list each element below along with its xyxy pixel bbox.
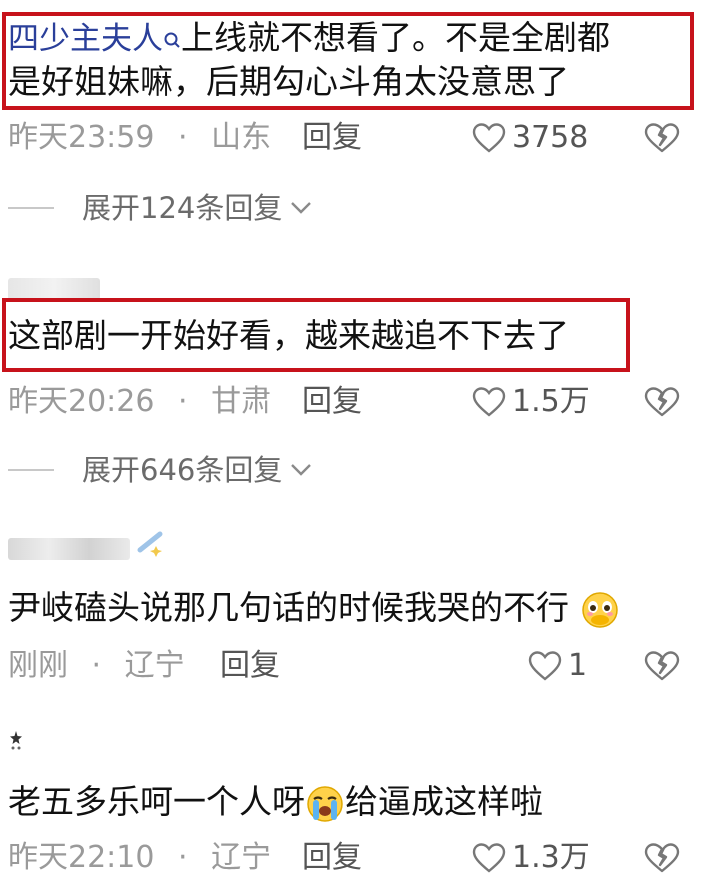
comment-3-text-row: 尹岐磕头说那几句话的时候我哭的不行 bbox=[8, 588, 620, 630]
broken-heart-icon bbox=[644, 387, 680, 417]
comment-4-location: 辽宁 bbox=[211, 840, 272, 875]
separator: · bbox=[178, 120, 188, 155]
loudly-crying-emoji-icon bbox=[305, 784, 345, 824]
comment-1-time: 昨天23:59 bbox=[8, 120, 155, 155]
comment-1-like-button[interactable]: 3758 bbox=[472, 120, 588, 156]
comment-2-dislike-button[interactable] bbox=[644, 386, 680, 422]
chevron-down-icon bbox=[291, 202, 312, 214]
comment-4-like-count: 1.3万 bbox=[512, 840, 590, 875]
comment-1-location: 山东 bbox=[211, 120, 272, 155]
comment-3-dislike-button[interactable] bbox=[644, 650, 680, 686]
sparkle-badge-icon bbox=[134, 528, 168, 562]
separator: · bbox=[178, 384, 188, 419]
comment-1-line-2: 是好姐妹嘛，后期勾心斗角太没意思了 bbox=[8, 62, 569, 101]
comment-1-meta: 昨天23:59 · 山东 bbox=[8, 120, 271, 156]
comment-1-text-part-1: 上线就不想看了。不是全剧都 bbox=[181, 18, 610, 57]
heart-outline-icon bbox=[472, 387, 506, 417]
comment-3-reply-button[interactable]: 回复 bbox=[220, 648, 280, 684]
comment-4-text-row: 老五多乐呵一个人呀 给逼成这样啦 bbox=[8, 782, 543, 824]
comment-4-time: 昨天22:10 bbox=[8, 840, 155, 875]
comment-3-username-blurred bbox=[8, 538, 130, 560]
comment-2-like-button[interactable]: 1.5万 bbox=[472, 384, 590, 420]
comment-3-meta: 刚刚 · 辽宁 bbox=[8, 648, 185, 684]
comment-2-expand-label: 展开646条回复 bbox=[82, 453, 283, 487]
heart-outline-icon bbox=[528, 651, 562, 681]
comment-1-line-1: 四少主夫人 上线就不想看了。不是全剧都 bbox=[8, 18, 610, 59]
broken-heart-icon bbox=[644, 651, 680, 681]
comment-2-text: 这部剧一开始好看，越来越追不下去了 bbox=[8, 316, 569, 355]
comment-3-location: 辽宁 bbox=[124, 648, 185, 683]
search-icon[interactable] bbox=[163, 20, 181, 48]
comment-2-location: 甘肃 bbox=[211, 384, 272, 419]
chevron-down-icon bbox=[291, 464, 312, 476]
comment-3-like-count: 1 bbox=[568, 648, 588, 683]
comment-2-reply-button[interactable]: 回复 bbox=[302, 384, 362, 420]
comment-3-text: 尹岐磕头说那几句话的时候我哭的不行 bbox=[8, 588, 569, 627]
crying-covering-mouth-emoji-icon bbox=[580, 590, 620, 630]
comment-2-username-blurred bbox=[8, 278, 100, 300]
comment-1-reply-button[interactable]: 回复 bbox=[302, 120, 362, 156]
comment-2-like-count: 1.5万 bbox=[512, 384, 590, 419]
comment-1-dislike-button[interactable] bbox=[644, 122, 680, 158]
broken-heart-icon bbox=[644, 843, 680, 873]
comment-4-like-button[interactable]: 1.3万 bbox=[472, 840, 590, 876]
divider-line bbox=[8, 469, 54, 471]
comment-2-time: 昨天20:26 bbox=[8, 384, 155, 419]
separator: · bbox=[178, 840, 188, 875]
comment-4-username-badge-icon bbox=[8, 730, 24, 754]
comment-4-reply-button[interactable]: 回复 bbox=[302, 840, 362, 876]
comment-4-text-part-1: 老五多乐呵一个人呀 bbox=[8, 782, 305, 821]
comment-1-username[interactable]: 四少主夫人 bbox=[8, 21, 163, 57]
comment-3-time: 刚刚 bbox=[8, 648, 68, 683]
comment-2-expand-replies[interactable]: 展开646条回复 bbox=[8, 452, 312, 488]
comment-4-meta: 昨天22:10 · 辽宁 bbox=[8, 840, 271, 876]
comment-4-dislike-button[interactable] bbox=[644, 842, 680, 878]
comment-4-text-part-2: 给逼成这样啦 bbox=[345, 782, 543, 821]
comment-3-like-button[interactable]: 1 bbox=[528, 648, 587, 684]
comment-2-meta: 昨天20:26 · 甘肃 bbox=[8, 384, 271, 420]
heart-outline-icon bbox=[472, 843, 506, 873]
comment-1-like-count: 3758 bbox=[512, 120, 589, 155]
separator: · bbox=[91, 648, 102, 683]
heart-outline-icon bbox=[472, 123, 506, 153]
comment-1-expand-label: 展开124条回复 bbox=[82, 191, 283, 225]
divider-line bbox=[8, 207, 54, 209]
broken-heart-icon bbox=[644, 123, 680, 153]
comment-1-expand-replies[interactable]: 展开124条回复 bbox=[8, 190, 312, 226]
